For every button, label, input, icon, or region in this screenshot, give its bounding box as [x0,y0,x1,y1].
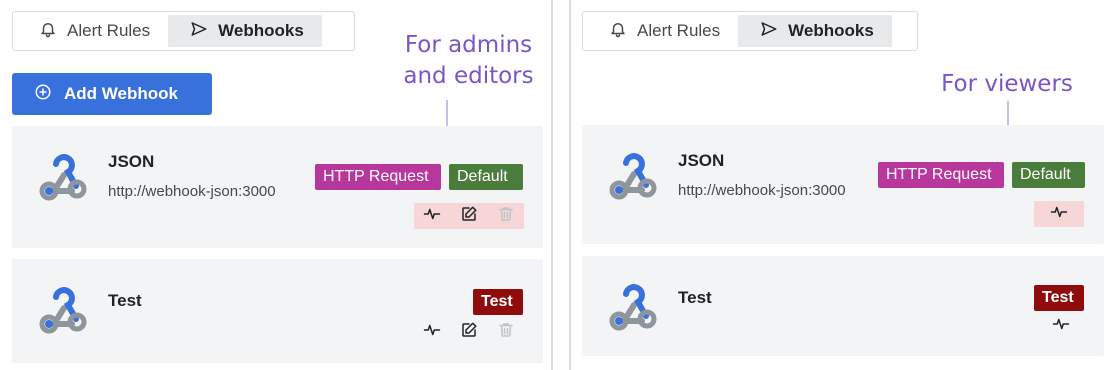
webhook-actions [414,319,524,345]
tab-bar: Alert Rules Webhooks [582,11,918,51]
http-request-badge: HTTP Request [315,164,441,190]
http-request-badge: HTTP Request [878,162,1004,188]
tab-webhooks[interactable]: Webhooks [168,15,322,47]
admin-panel: Alert Rules Webhooks Add Webhook JSON ht… [0,0,553,370]
webhook-actions [1034,201,1084,227]
tab-bar: Alert Rules Webhooks [12,11,355,51]
tab-webhooks-label: Webhooks [218,21,304,40]
bell-icon [39,20,57,43]
default-badge: Default [449,164,523,190]
send-icon [760,20,778,43]
test-badge: Test [1034,285,1084,311]
send-icon [190,20,208,43]
tab-webhooks-label: Webhooks [788,21,874,40]
default-badge: Default [1012,162,1085,188]
edit-icon[interactable] [460,205,478,228]
edit-icon[interactable] [460,321,478,344]
test-icon[interactable] [423,205,441,228]
annotation-viewers: For viewers [933,67,1081,101]
add-webhook-button[interactable]: Add Webhook [12,73,212,115]
webhook-card-test[interactable]: Test Test [582,256,1104,356]
tab-alert-rules[interactable]: Alert Rules [17,15,168,47]
add-webhook-label: Add Webhook [64,84,178,103]
webhook-icon [604,278,660,334]
webhook-icon [34,281,90,337]
tab-alert-rules-label: Alert Rules [637,21,721,40]
webhook-name: JSON [108,152,155,171]
webhook-url: http://webhook-json:3000 [108,183,276,200]
webhook-name: Test [678,288,712,307]
delete-icon[interactable] [497,205,515,228]
webhook-name: JSON [678,151,725,170]
webhook-name: Test [108,291,142,310]
bell-icon [609,20,627,43]
webhook-card-json[interactable]: JSON http://webhook-json:3000 HTTP Reque… [12,126,543,248]
annotation-admins-editors: For admins and editors [395,28,542,100]
webhook-icon [604,147,660,203]
viewer-panel: Alert Rules Webhooks JSON http://webhook… [569,0,1116,370]
test-icon[interactable] [423,321,441,344]
test-icon[interactable] [1052,315,1070,338]
delete-icon[interactable] [497,321,515,344]
webhook-card-test[interactable]: Test Test [12,259,543,363]
tab-webhooks[interactable]: Webhooks [738,15,892,47]
tab-alert-rules-label: Alert Rules [67,21,151,40]
webhook-actions [1049,314,1073,338]
webhook-card-json[interactable]: JSON http://webhook-json:3000 HTTP Reque… [582,125,1104,244]
plus-circle-icon [34,83,52,106]
webhook-url: http://webhook-json:3000 [678,182,846,199]
test-badge: Test [473,289,523,315]
tab-alert-rules[interactable]: Alert Rules [587,15,738,47]
webhook-icon [34,148,90,204]
test-icon[interactable] [1050,203,1068,226]
webhook-actions [414,203,524,229]
